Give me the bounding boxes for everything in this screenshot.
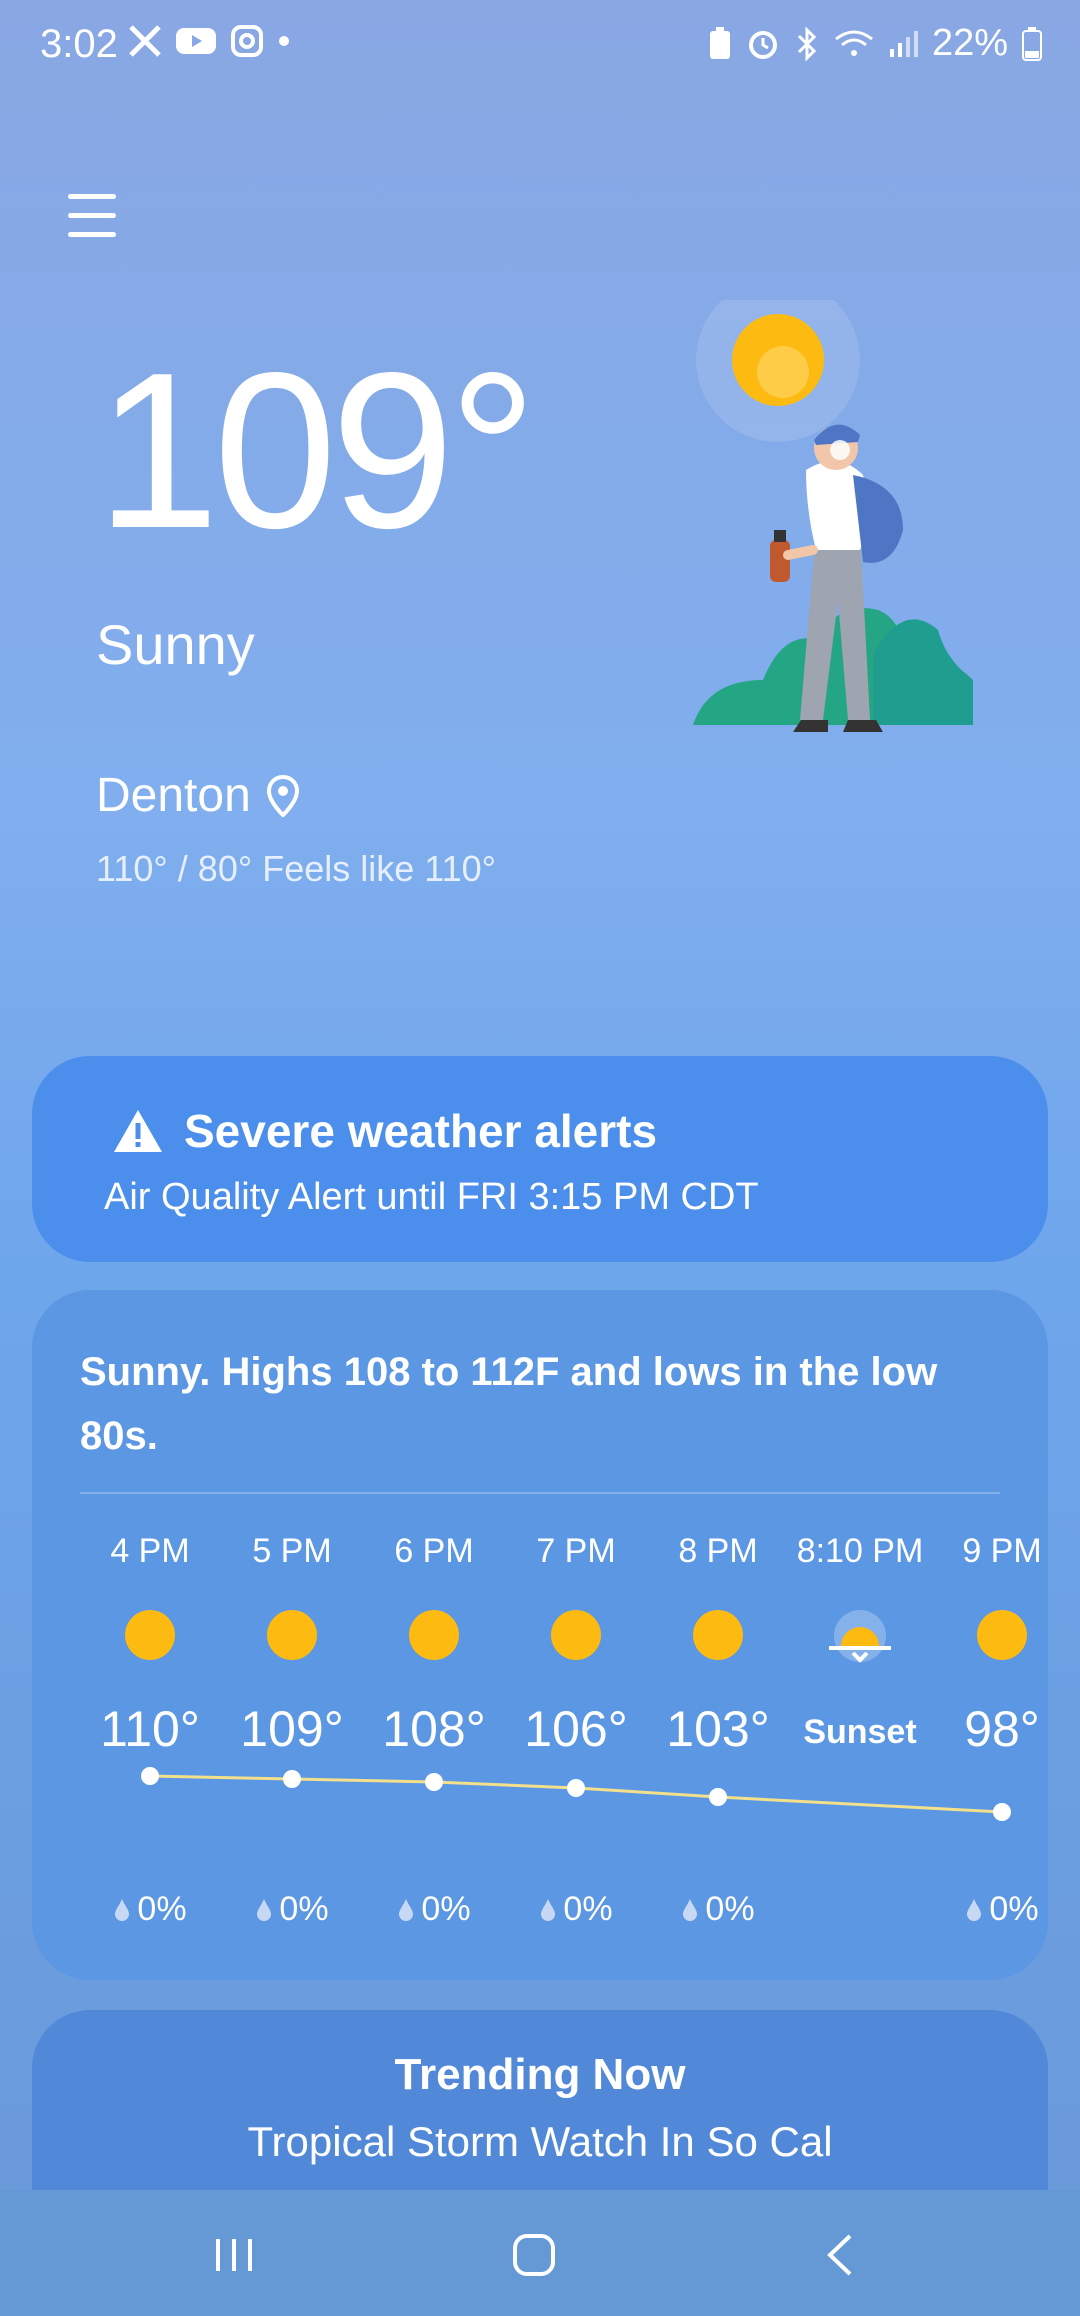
- battery-icon: [1022, 26, 1042, 61]
- temperature-point: [283, 1770, 301, 1788]
- temperature-point: [567, 1779, 585, 1797]
- precip-value: 0%: [989, 1890, 1039, 1928]
- instagram-icon: [231, 25, 263, 57]
- weather-illustration: [693, 300, 973, 732]
- precip-value: 0%: [705, 1890, 755, 1928]
- location-pin-icon: [266, 774, 299, 817]
- alert-subtitle: Air Quality Alert until FRI 3:15 PM CDT: [104, 1176, 759, 1218]
- dot-icon: [279, 36, 289, 46]
- menu-icon: [68, 194, 116, 199]
- status-time: 3:02: [40, 22, 118, 66]
- alarm-icon: [748, 30, 777, 59]
- trending-title: Trending Now: [394, 2050, 686, 2099]
- trending-subtitle[interactable]: Tropical Storm Watch In So Cal: [32, 2118, 1048, 2166]
- home-button[interactable]: [494, 2220, 574, 2290]
- youtube-icon: [176, 28, 216, 54]
- status-bar: 3:02 22%: [0, 0, 1080, 92]
- wifi-icon: [835, 30, 873, 56]
- location-name: Denton: [96, 769, 251, 822]
- recent-apps-button[interactable]: [194, 2220, 274, 2290]
- bluetooth-icon: [797, 26, 817, 61]
- temperature-point: [425, 1773, 443, 1791]
- back-icon: [827, 2234, 852, 2276]
- precip-item: 0%: [80, 1890, 220, 1929]
- current-temperature: 109°: [96, 327, 537, 575]
- x-icon: [129, 25, 161, 57]
- home-icon: [513, 2234, 555, 2276]
- battery-percent: 22%: [931, 22, 1008, 64]
- raindrop-icon: [115, 1898, 130, 1921]
- precip-item: 0%: [932, 1890, 1048, 1929]
- status-right: 22%: [708, 22, 1042, 65]
- raindrop-icon: [399, 1898, 414, 1921]
- notification-icons: [128, 24, 290, 58]
- menu-button[interactable]: [68, 194, 120, 240]
- warning-icon: [114, 1110, 162, 1152]
- precip-item: 0%: [222, 1890, 362, 1929]
- precip-item: 0%: [364, 1890, 504, 1929]
- hourly-forecast-card[interactable]: Sunny. Highs 108 to 112F and lows in the…: [32, 1290, 1048, 1980]
- temperature-point: [993, 1803, 1011, 1821]
- precip-item: 0%: [506, 1890, 646, 1929]
- recent-apps-icon: [216, 2239, 252, 2271]
- precip-value: 0%: [421, 1890, 471, 1928]
- temperature-trend-line: [141, 1767, 1011, 1821]
- raindrop-icon: [967, 1898, 982, 1921]
- precip-value: 0%: [137, 1890, 187, 1928]
- location[interactable]: Denton: [96, 768, 299, 823]
- precip-value: 0%: [563, 1890, 613, 1928]
- back-button[interactable]: [800, 2220, 880, 2290]
- raindrop-icon: [257, 1898, 272, 1921]
- raindrop-icon: [683, 1898, 698, 1921]
- precip-value: 0%: [279, 1890, 329, 1928]
- raindrop-icon: [541, 1898, 556, 1921]
- severe-weather-alert-card[interactable]: Severe weather alerts Air Quality Alert …: [32, 1056, 1048, 1262]
- alert-title-row: Severe weather alerts: [112, 1104, 657, 1158]
- precip-item: 0%: [648, 1890, 788, 1929]
- temperature-point: [141, 1767, 159, 1785]
- navigation-bar: [0, 2190, 1080, 2316]
- temperature-point: [709, 1788, 727, 1806]
- battery-saver-icon: [709, 26, 730, 59]
- alert-title: Severe weather alerts: [184, 1105, 658, 1157]
- signal-icon: [889, 30, 918, 57]
- hi-lo-feels-like: 110° / 80° Feels like 110°: [96, 848, 497, 889]
- current-condition: Sunny: [96, 613, 255, 676]
